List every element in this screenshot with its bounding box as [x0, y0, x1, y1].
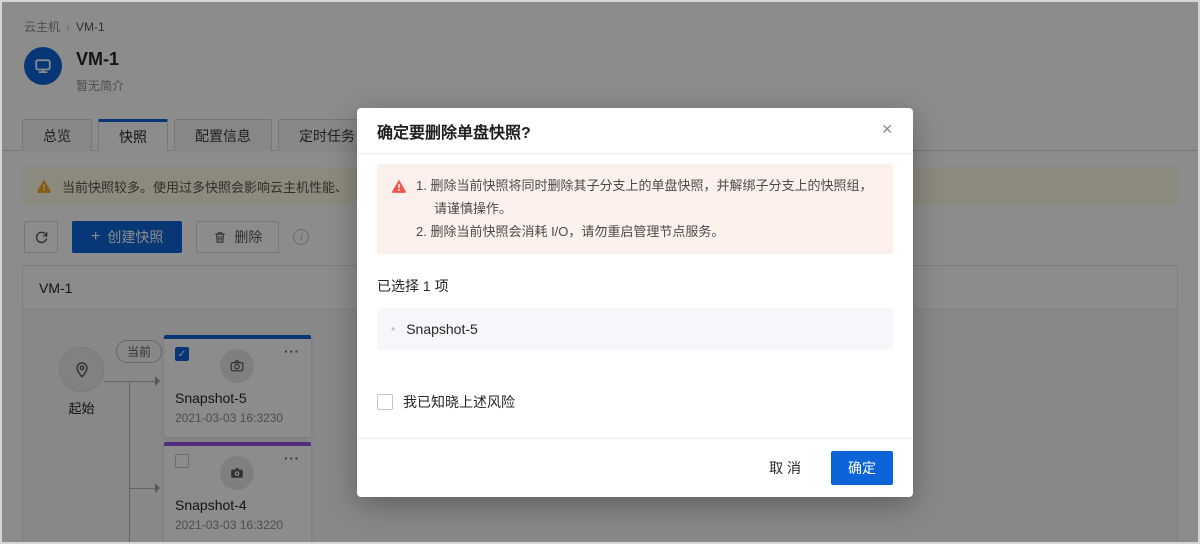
alert-line-1: 1. 删除当前快照将同时删除其子分支上的单盘快照，并解绑子分支上的快照组，请谨慎…: [416, 175, 879, 221]
cancel-button[interactable]: 取 消: [761, 452, 809, 484]
dialog-title: 确定要删除单盘快照?: [377, 119, 893, 143]
app-window: 云主机 › VM-1 VM-1 暂无简介 总览 快照 配置信息 定时任务 当前快…: [0, 0, 1200, 544]
selected-items-panel: • Snapshot-5: [377, 308, 893, 350]
bullet-icon: •: [391, 323, 395, 335]
risk-checkbox[interactable]: [377, 394, 393, 410]
risk-checkbox-label[interactable]: 我已知晓上述风险: [403, 392, 515, 412]
selected-count-label: 已选择 1 项: [377, 276, 893, 296]
list-item: • Snapshot-5: [391, 321, 879, 337]
close-icon[interactable]: ✕: [877, 118, 897, 140]
risk-acknowledge-row: 我已知晓上述风险: [377, 392, 893, 412]
danger-alert: 1. 删除当前快照将同时删除其子分支上的单盘快照，并解绑子分支上的快照组，请谨慎…: [377, 164, 893, 254]
alert-line-2: 2. 删除当前快照会消耗 I/O，请勿重启管理节点服务。: [416, 221, 879, 244]
alert-triangle-icon: [391, 178, 407, 194]
delete-snapshot-dialog: 确定要删除单盘快照? ✕ 1. 删除当前快照将同时删除其子分支上的单盘快照，并解…: [357, 108, 913, 497]
selected-item-name: Snapshot-5: [406, 321, 478, 337]
confirm-button[interactable]: 确定: [831, 451, 893, 485]
